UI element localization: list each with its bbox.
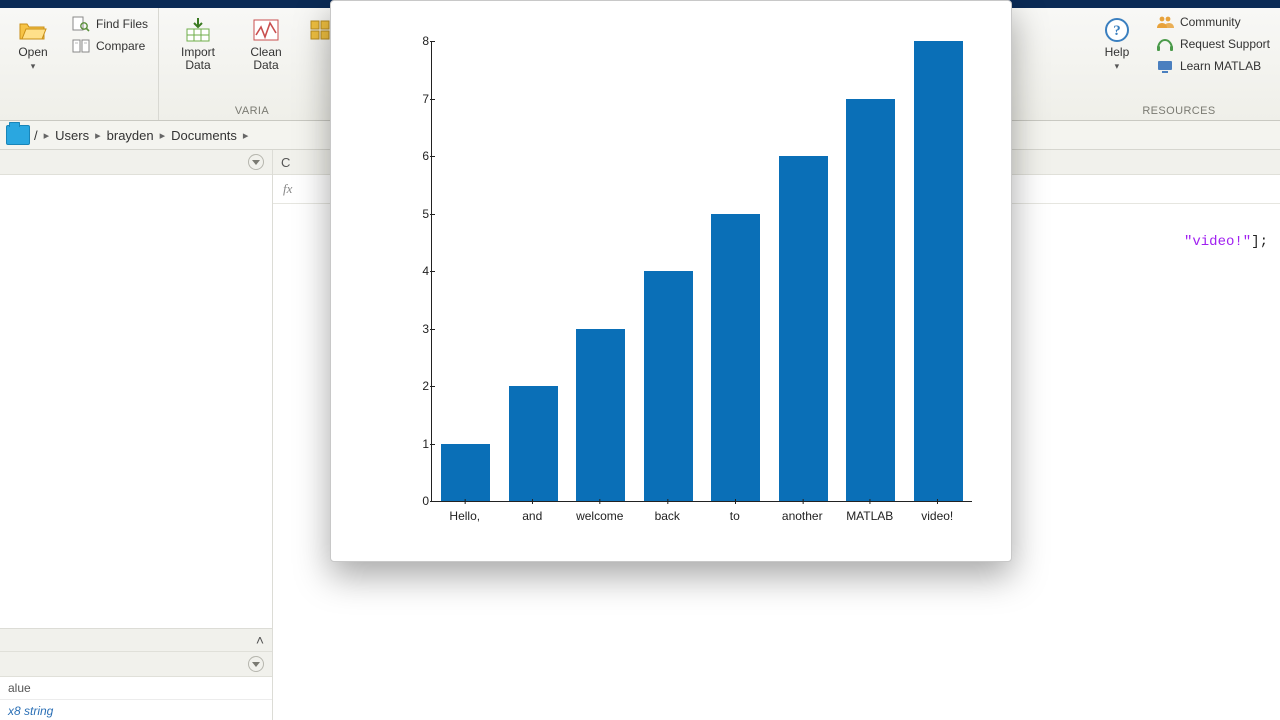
ribbon-group-variable: Import Data Clean Data VARIA bbox=[159, 8, 346, 120]
svg-text:?: ? bbox=[1113, 23, 1121, 39]
bar bbox=[509, 386, 558, 501]
compare-label: Compare bbox=[96, 39, 145, 53]
chevron-right-icon: ▸ bbox=[44, 129, 50, 142]
workspace-header: ˄ bbox=[0, 629, 272, 652]
command-window-label: C bbox=[281, 155, 290, 170]
workspace-columns: alue bbox=[0, 677, 272, 700]
y-tick: 7 bbox=[411, 92, 429, 106]
collapse-up-icon[interactable]: ˄ bbox=[256, 632, 264, 648]
path-seg-documents[interactable]: Documents bbox=[171, 128, 237, 143]
bar bbox=[846, 99, 895, 502]
clean-data-button[interactable]: Clean Data bbox=[237, 14, 295, 72]
ribbon-group-resources-label: RESOURCES bbox=[1078, 105, 1280, 117]
request-support-label: Request Support bbox=[1180, 37, 1270, 51]
import-data-icon bbox=[182, 16, 214, 44]
ribbon-group-resources: ? Help ▾ Community Request Support bbox=[1078, 8, 1280, 120]
bar bbox=[644, 271, 693, 501]
editor-code-tail: ]; bbox=[1251, 234, 1268, 250]
bar bbox=[711, 214, 760, 502]
folder-icon bbox=[6, 125, 30, 145]
learn-icon bbox=[1156, 58, 1174, 74]
y-tick: 3 bbox=[411, 322, 429, 336]
help-icon: ? bbox=[1101, 16, 1133, 44]
fx-label: fx bbox=[283, 181, 292, 197]
x-tick: welcome bbox=[576, 509, 623, 523]
bar bbox=[441, 444, 490, 502]
help-button[interactable]: ? Help ▾ bbox=[1088, 14, 1146, 73]
help-label: Help bbox=[1105, 45, 1130, 59]
workspace-panel: ˄ alue x8 string bbox=[0, 628, 272, 720]
y-tick: 2 bbox=[411, 379, 429, 393]
panel-menu-button[interactable] bbox=[248, 154, 264, 170]
ribbon-group-variable-label: VARIA bbox=[159, 105, 345, 117]
chevron-right-icon: ▸ bbox=[95, 129, 101, 142]
figure-window[interactable]: 0 1 2 3 4 5 6 7 8 Hello, and welcome back to another MA… bbox=[330, 0, 1012, 562]
import-data-button[interactable]: Import Data bbox=[169, 14, 227, 72]
x-tick: to bbox=[730, 509, 740, 523]
x-tick: MATLAB bbox=[846, 509, 893, 523]
panel-menu-button[interactable] bbox=[248, 656, 264, 672]
x-tick: video! bbox=[921, 509, 953, 523]
clean-data-label: Clean Data bbox=[250, 46, 281, 72]
community-label: Community bbox=[1180, 15, 1241, 29]
open-label: Open bbox=[18, 45, 47, 59]
learn-matlab-label: Learn MATLAB bbox=[1180, 59, 1261, 73]
bar bbox=[914, 41, 963, 501]
request-support-link[interactable]: Request Support bbox=[1156, 36, 1270, 52]
y-tick: 6 bbox=[411, 149, 429, 163]
x-tick: back bbox=[655, 509, 680, 523]
support-icon bbox=[1156, 36, 1174, 52]
current-folder-header bbox=[0, 150, 272, 175]
path-seg-user[interactable]: brayden bbox=[107, 128, 154, 143]
y-tick: 8 bbox=[411, 34, 429, 48]
path-seg-users[interactable]: Users bbox=[55, 128, 89, 143]
compare-icon bbox=[72, 38, 90, 54]
clean-data-icon bbox=[250, 16, 282, 44]
import-data-label: Import Data bbox=[181, 46, 215, 72]
learn-matlab-link[interactable]: Learn MATLAB bbox=[1156, 58, 1270, 74]
y-tick: 5 bbox=[411, 207, 429, 221]
chevron-down-icon: ▾ bbox=[1115, 61, 1120, 71]
community-icon bbox=[1156, 14, 1174, 30]
open-button[interactable]: Open ▾ bbox=[4, 14, 62, 73]
x-tick: Hello, bbox=[449, 509, 480, 523]
find-files-label: Find Files bbox=[96, 17, 148, 31]
current-folder-panel[interactable] bbox=[0, 175, 272, 628]
y-tick: 4 bbox=[411, 264, 429, 278]
chevron-right-icon: ▸ bbox=[160, 129, 166, 142]
x-tick: another bbox=[782, 509, 823, 523]
workspace-col-value: alue bbox=[0, 681, 68, 695]
plot-area: 012345678Hello,andwelcomebacktoanotherMA… bbox=[381, 31, 971, 501]
x-tick: and bbox=[522, 509, 542, 523]
find-files-icon bbox=[72, 16, 90, 32]
chevron-down-icon: ▾ bbox=[31, 61, 36, 71]
axes bbox=[431, 41, 972, 502]
chevron-right-icon: ▸ bbox=[243, 129, 249, 142]
y-tick: 0 bbox=[411, 494, 429, 508]
workspace-var-value[interactable]: x8 string bbox=[0, 700, 272, 720]
compare-button[interactable]: Compare bbox=[72, 38, 148, 54]
editor-string-literal: "video!" bbox=[1184, 234, 1251, 250]
find-files-button[interactable]: Find Files bbox=[72, 16, 148, 32]
y-tick: 1 bbox=[411, 437, 429, 451]
bar bbox=[779, 156, 828, 501]
workspace-toolbar bbox=[0, 652, 272, 677]
community-link[interactable]: Community bbox=[1156, 14, 1270, 30]
ribbon-group-file: Open ▾ Find Files Compare bbox=[0, 8, 159, 120]
left-column: ˄ alue x8 string bbox=[0, 150, 273, 720]
path-root[interactable]: / bbox=[34, 128, 38, 143]
folder-open-icon bbox=[17, 16, 49, 44]
bar bbox=[576, 329, 625, 502]
